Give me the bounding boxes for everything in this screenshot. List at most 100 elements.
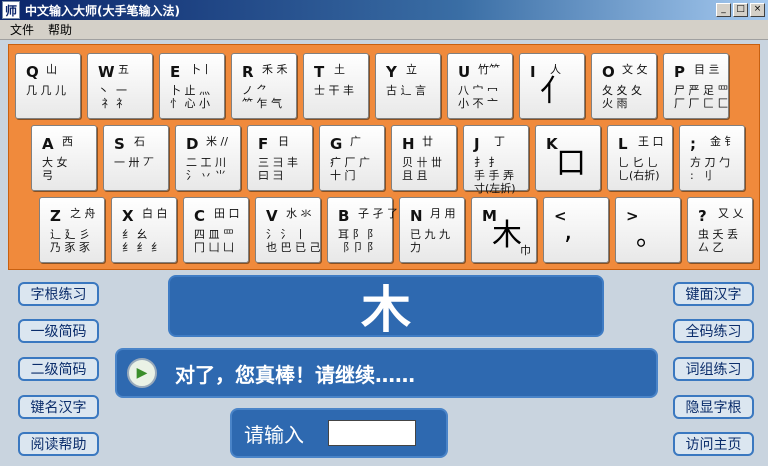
key-k[interactable]: K口	[535, 125, 601, 191]
key-roots: 大 女 弓	[42, 156, 68, 182]
key-x[interactable]: X 白 白纟 幺 纟 纟 纟	[111, 197, 177, 263]
key-main-root: ,	[564, 216, 573, 246]
key-letter: O	[602, 63, 615, 81]
key-f[interactable]: F日三 ⺕ 丰 曰 ⺕	[247, 125, 313, 191]
key-c[interactable]: C 田 口四 皿 罒 冂 凵 凵	[183, 197, 249, 263]
key-top-roots: 金 钅	[710, 135, 736, 148]
key-t[interactable]: T土士 干 丰	[303, 53, 369, 119]
key-q[interactable]: Q山几 几 儿	[15, 53, 81, 119]
key-top-roots: 竹⺮	[478, 63, 500, 76]
key-comma[interactable]: <,	[543, 197, 609, 263]
key-n[interactable]: N 月 用已 九 九 力	[399, 197, 465, 263]
key-top-roots: 广	[350, 135, 361, 148]
key-main-root: 。	[636, 222, 663, 252]
key-roots: ノ ⺈ ⺮ 乍 气	[242, 84, 282, 110]
close-button[interactable]: ×	[750, 3, 765, 17]
key-roots: 尸 严 足 罒 厂 厂 匚 匚	[674, 84, 729, 110]
key-roots: 耳 阝 阝 ⻏ 卩 阝	[338, 228, 378, 254]
key-roots: 扌 扌 手 手 弄 寸(左折)	[474, 156, 516, 195]
key-top-roots: 米 //	[206, 135, 228, 148]
level2-code-button[interactable]: 二级简码	[18, 357, 99, 381]
key-top-roots: 白 白	[142, 207, 168, 220]
key-letter: L	[618, 135, 628, 153]
key-g[interactable]: G广疒 厂 广 十 门	[319, 125, 385, 191]
maximize-button[interactable]: □	[733, 3, 748, 17]
key-letter: ?	[698, 207, 707, 225]
key-top-roots: 水 氺	[286, 207, 312, 220]
key-letter: J	[474, 135, 480, 153]
key-roots: 四 皿 罒 冂 凵 凵	[194, 228, 234, 254]
key-top-roots: 日	[278, 135, 289, 148]
play-arrow-icon[interactable]: ▶	[127, 358, 157, 388]
key-roots: 已 九 九 力	[410, 228, 450, 254]
answer-input[interactable]	[328, 420, 416, 446]
window-title: 中文输入大师(大手笔输入法)	[25, 3, 180, 18]
key-y[interactable]: Y立古 辶 言	[375, 53, 441, 119]
key-letter: W	[98, 63, 115, 81]
key-u[interactable]: U 竹⺮八 宀 冖 小 不 亠	[447, 53, 513, 119]
menu-help[interactable]: 帮助	[48, 21, 72, 38]
menu-file[interactable]: 文件	[10, 21, 34, 38]
key-roots: 古 辶 言	[386, 84, 426, 97]
key-top-roots: 禾 禾	[262, 63, 288, 76]
key-roots: 二 工 川 氵 丷 ⺌	[186, 156, 226, 182]
key-p[interactable]: P 目 亖尸 严 足 罒 厂 厂 匚 匚	[663, 53, 729, 119]
key-o[interactable]: O 文 攵夂 夊 夂 火 雨	[591, 53, 657, 119]
key-l[interactable]: L 王 口乚 匕 乚 乚(右折)	[607, 125, 673, 191]
key-a[interactable]: A西大 女 弓	[31, 125, 97, 191]
full-code-practice-button[interactable]: 全码练习	[673, 319, 754, 343]
key-letter: D	[186, 135, 199, 153]
key-top-roots: 月 用	[430, 207, 456, 220]
title-bar[interactable]: 师 中文输入大师(大手笔输入法) _ □ ×	[0, 0, 768, 20]
root-keyboard: Q山几 几 儿W五丶 一 礻 礻 E 卜丨卜 止 灬 忄 心 小R禾 禾ノ ⺈ ⺮ …	[8, 44, 760, 270]
key-i[interactable]: I人亻	[519, 53, 585, 119]
key-b[interactable]: B 子 孑 了耳 阝 阝 ⻏ 卩 阝	[327, 197, 398, 263]
key-h[interactable]: H廿贝 卄 丗 且 且	[391, 125, 457, 191]
key-roots: 乚 匕 乚 乚(右折)	[618, 156, 660, 182]
key-z[interactable]: Z 之 舟辶 廴 彡 乃 豕 豕	[39, 197, 105, 263]
key-slash[interactable]: ? 又 乂虫 夭 丢 厶 乙	[687, 197, 753, 263]
app-icon: 师	[2, 1, 20, 19]
key-letter: U	[458, 63, 471, 81]
key-main-root: 木	[492, 218, 522, 253]
key-letter: I	[530, 63, 536, 81]
key-s[interactable]: S石一 卅 丆	[103, 125, 169, 191]
key-main-root: 口	[556, 146, 586, 181]
key-e[interactable]: E 卜丨卜 止 灬 忄 心 小	[159, 53, 225, 119]
key-roots: 卜 止 灬 忄 心 小	[170, 84, 210, 110]
read-help-button[interactable]: 阅读帮助	[18, 432, 99, 456]
key-period[interactable]: >。	[615, 197, 681, 263]
key-d[interactable]: D 米 // 二 工 川 氵 丷 ⺌	[175, 125, 241, 191]
key-letter: H	[402, 135, 415, 153]
key-letter: V	[266, 207, 278, 225]
input-label: 请输入	[244, 422, 304, 447]
key-r[interactable]: R 禾 禾ノ ⺈ ⺮ 乍 气	[231, 53, 297, 119]
key-w[interactable]: W五丶 一 礻 礻	[87, 53, 153, 119]
minimize-button[interactable]: _	[716, 3, 731, 17]
key-name-char-button[interactable]: 键名汉字	[18, 395, 99, 419]
key-face-char-button[interactable]: 键面汉字	[673, 282, 754, 306]
key-letter: A	[42, 135, 54, 153]
key-semi[interactable]: ; 金 钅方 刀 勹 : 刂	[679, 125, 745, 191]
phrase-practice-button[interactable]: 词组练习	[673, 357, 754, 381]
menu-bar: 文件 帮助	[0, 20, 768, 40]
key-roots: 八 宀 冖 小 不 亠	[458, 84, 498, 110]
key-top-roots: 石	[134, 135, 145, 148]
key-m[interactable]: M木巾	[471, 197, 537, 263]
key-v[interactable]: V 水 氺氵 ⺡ 丨 也 巴 已 己	[255, 197, 321, 263]
visit-homepage-button[interactable]: 访问主页	[673, 432, 754, 456]
root-practice-button[interactable]: 字根练习	[18, 282, 99, 306]
key-roots: 丶 一 礻 礻	[98, 84, 127, 110]
key-sub-root: 巾	[520, 244, 531, 257]
key-top-roots: 又 乂	[718, 207, 744, 220]
key-j[interactable]: J 丁扌 扌 手 手 弄 寸(左折)	[463, 125, 529, 195]
level1-code-button[interactable]: 一级简码	[18, 319, 99, 343]
toggle-roots-button[interactable]: 隐显字根	[673, 395, 754, 419]
key-letter: S	[114, 135, 125, 153]
key-top-roots: 丁	[494, 135, 505, 148]
key-letter: E	[170, 63, 181, 81]
key-letter: P	[674, 63, 685, 81]
key-letter: X	[122, 207, 134, 225]
input-panel: 请输入	[230, 408, 448, 458]
key-top-roots: 田 口	[214, 207, 240, 220]
